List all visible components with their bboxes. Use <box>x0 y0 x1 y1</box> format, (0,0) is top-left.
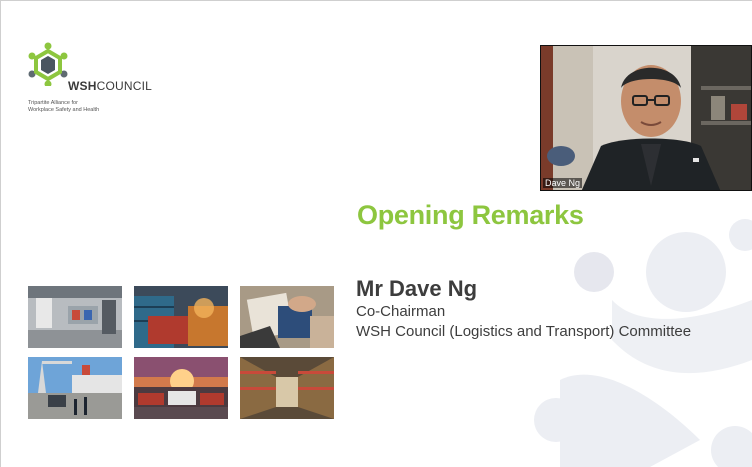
container-trucks-sunset-photo <box>134 357 228 419</box>
logo-tagline-line2: Workplace Safety and Health <box>28 107 100 113</box>
logo-tagline-line1: Tripartite Alliance for <box>28 100 78 106</box>
video-feed-image <box>541 46 751 190</box>
warehouse-dock-photo <box>28 286 122 348</box>
logo-wordmark: WSHCOUNCIL <box>68 79 153 93</box>
documents-handshake-photo <box>240 286 334 348</box>
speaker-role: Co-Chairman <box>356 303 446 320</box>
participant-video-tile[interactable]: Dave Ng <box>540 45 752 191</box>
logo-tagline: Tripartite Alliance for Workplace Safety… <box>28 100 138 114</box>
speaker-committee: WSH Council (Logistics and Transport) Co… <box>356 323 692 340</box>
port-cranes-photo <box>28 357 122 419</box>
participant-name-label: Dave Ng <box>543 178 583 188</box>
shipping-containers-photo <box>134 286 228 348</box>
warehouse-shelves-photo <box>240 357 334 419</box>
speaker-name: Mr Dave Ng <box>356 276 478 301</box>
slide-title: Opening Remarks <box>357 200 584 230</box>
wsh-logo-mark-icon <box>28 42 68 86</box>
